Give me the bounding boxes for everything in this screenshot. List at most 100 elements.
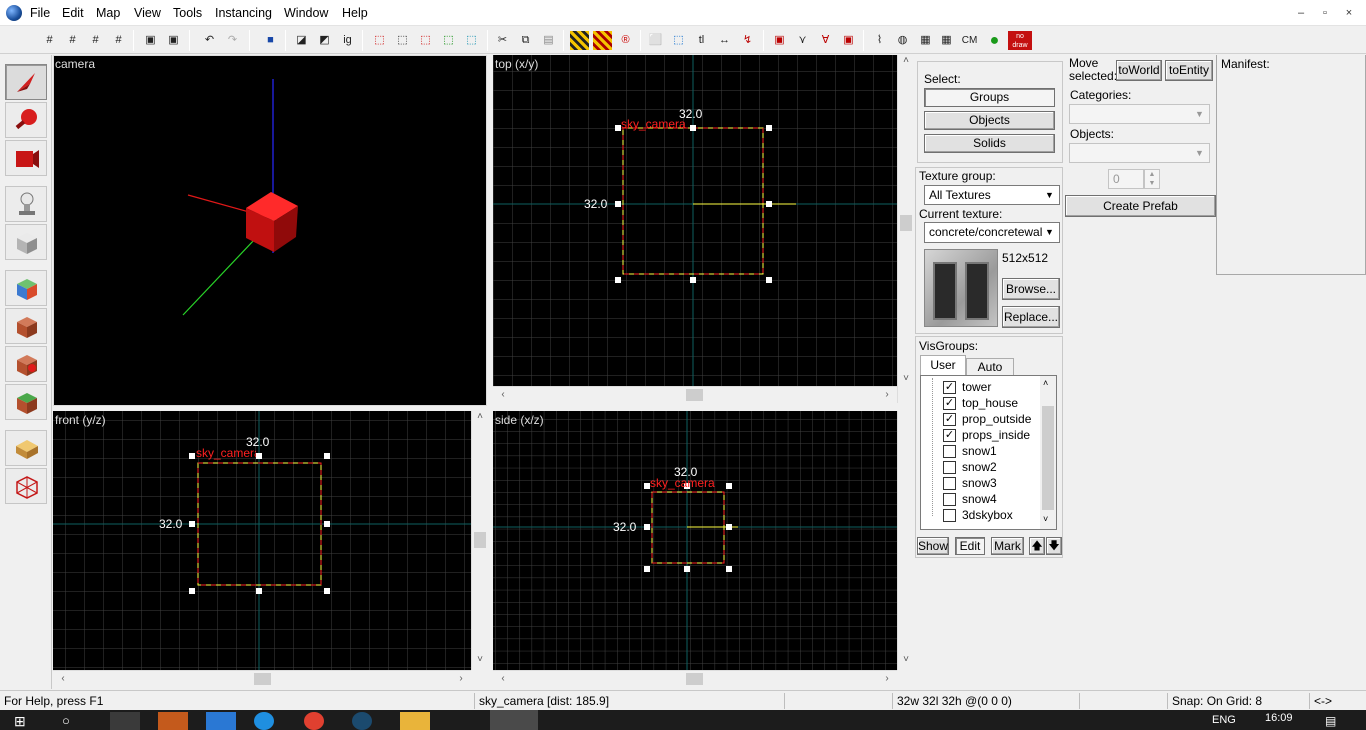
selection-box-icon[interactable]: ⬜ bbox=[646, 31, 665, 50]
apply-decal-button[interactable] bbox=[5, 346, 47, 382]
leaf-icon[interactable]: ● bbox=[985, 31, 1004, 50]
nodraw-icon[interactable]: no draw bbox=[1008, 31, 1032, 50]
magnify-tool-button[interactable] bbox=[5, 102, 47, 138]
side-viewport[interactable]: side (x/z) 32.0 sky_camera 32.0 bbox=[493, 411, 897, 670]
undo-icon[interactable]: ↶ bbox=[200, 31, 219, 50]
chrome-icon[interactable] bbox=[304, 712, 324, 730]
scroll-thumb[interactable] bbox=[474, 532, 486, 548]
to-entity-button[interactable]: toEntity bbox=[1165, 60, 1213, 81]
menu-tools[interactable]: Tools bbox=[173, 6, 202, 20]
3d-grid-icon[interactable]: # bbox=[63, 31, 82, 50]
media-icon[interactable] bbox=[158, 712, 188, 730]
visgroup-checkbox[interactable]: ✓ bbox=[943, 412, 956, 426]
scroll-down-icon[interactable]: ˅ bbox=[898, 654, 914, 665]
front-viewport[interactable]: front (y/z) 32.0 sky_camera 32.0 bbox=[53, 411, 471, 670]
categories-dropdown[interactable]: ▼ bbox=[1069, 104, 1210, 124]
menu-file[interactable]: File bbox=[30, 6, 50, 20]
grid-toggle-icon[interactable]: # bbox=[40, 31, 59, 50]
menu-view[interactable]: View bbox=[134, 6, 161, 20]
scroll-right-icon[interactable]: › bbox=[453, 673, 469, 684]
top-view-vscrollbar[interactable]: ˄ ˅ bbox=[897, 55, 914, 403]
close-button[interactable]: × bbox=[1338, 3, 1360, 23]
texture-group-dropdown[interactable]: All Textures ▼ bbox=[924, 185, 1060, 205]
scroll-thumb[interactable] bbox=[254, 673, 271, 685]
menu-edit[interactable]: Edit bbox=[62, 6, 84, 20]
smaller-grid-icon[interactable]: # bbox=[86, 31, 105, 50]
visgroup-item[interactable]: snow3 bbox=[943, 475, 997, 491]
visgroup-checkbox[interactable]: ✓ bbox=[943, 380, 956, 394]
hide-unselected-icon[interactable]: ◩ bbox=[315, 31, 334, 50]
copy-icon[interactable]: ⧉ bbox=[516, 31, 535, 50]
run-map-icon[interactable]: ▣ bbox=[770, 31, 789, 50]
top-viewport[interactable]: top (x/y) 32.0 sky_camera 32.0 bbox=[493, 55, 897, 386]
prefab-count-field[interactable]: 0 bbox=[1108, 169, 1144, 189]
visgroup-checkbox[interactable]: ✓ bbox=[943, 428, 956, 442]
select-icon-4[interactable]: ⬚ bbox=[439, 31, 458, 50]
scroll-thumb[interactable] bbox=[686, 389, 703, 401]
visgroups-scrollbar[interactable]: ˄ ˅ bbox=[1040, 376, 1056, 529]
scroll-up-icon[interactable]: ˄ bbox=[898, 55, 914, 66]
radius-culling-icon[interactable]: ® bbox=[616, 31, 635, 50]
texture-application-button[interactable] bbox=[5, 270, 47, 306]
visgroup-item[interactable]: 3dskybox bbox=[943, 507, 1013, 523]
texture-preview[interactable] bbox=[924, 249, 998, 327]
side-view-hscrollbar[interactable]: ‹ › bbox=[493, 670, 897, 687]
toolbar-tl-icon[interactable]: tl bbox=[692, 31, 711, 50]
current-texture-dropdown[interactable]: concrete/concretewall0 ▼ bbox=[924, 222, 1060, 243]
carve-icon[interactable]: ■ bbox=[261, 31, 280, 50]
texture-lock-scale-icon[interactable] bbox=[593, 31, 612, 50]
side-view-vscrollbar[interactable]: ˅ bbox=[897, 411, 914, 670]
scroll-down-icon[interactable]: ˅ bbox=[472, 654, 488, 665]
entity-report-icon[interactable]: ⋎ bbox=[793, 31, 812, 50]
camera-tool-button[interactable] bbox=[5, 140, 47, 176]
larger-grid-icon[interactable]: # bbox=[109, 31, 128, 50]
browse-button[interactable]: Browse... bbox=[1002, 278, 1060, 300]
clipping-tool-button[interactable] bbox=[5, 430, 47, 466]
groups-button[interactable]: Groups bbox=[924, 88, 1055, 107]
ignore-groups-icon[interactable]: ig bbox=[338, 31, 357, 50]
visgroup-checkbox[interactable] bbox=[943, 476, 956, 490]
hammer-app-icon[interactable] bbox=[6, 5, 22, 21]
objects-dropdown[interactable]: ▼ bbox=[1069, 143, 1210, 163]
visgroup-item[interactable]: snow2 bbox=[943, 459, 997, 475]
scroll-right-icon[interactable]: › bbox=[879, 673, 895, 684]
replace-button[interactable]: Replace... bbox=[1002, 306, 1060, 328]
clock[interactable]: 16:09 bbox=[1265, 712, 1293, 724]
visgroup-checkbox[interactable] bbox=[943, 460, 956, 474]
wireframe-icon[interactable]: ▦ bbox=[937, 31, 956, 50]
tab-user[interactable]: User bbox=[920, 355, 966, 375]
restore-button[interactable]: ▫ bbox=[1314, 3, 1336, 23]
language-indicator[interactable]: ENG bbox=[1212, 714, 1236, 726]
visgroup-checkbox[interactable] bbox=[943, 444, 956, 458]
prefab-count-spinner[interactable]: ▲ ▼ bbox=[1144, 169, 1160, 189]
scroll-thumb[interactable] bbox=[900, 215, 912, 231]
create-prefab-button[interactable]: Create Prefab bbox=[1065, 195, 1216, 217]
scroll-up-icon[interactable]: ˄ bbox=[1043, 378, 1048, 388]
toggle-helpers-icon[interactable]: ⌇ bbox=[870, 31, 889, 50]
hide-selected-icon[interactable]: ◪ bbox=[292, 31, 311, 50]
select-icon-2[interactable]: ⬚ bbox=[393, 31, 412, 50]
paste-icon[interactable]: ▤ bbox=[539, 31, 558, 50]
move-down-icon[interactable]: 🡇 bbox=[1046, 537, 1062, 555]
visgroup-item[interactable]: snow4 bbox=[943, 491, 997, 507]
menu-instancing[interactable]: Instancing bbox=[215, 6, 272, 20]
visgroup-item[interactable]: ✓ props_inside bbox=[943, 427, 1030, 443]
selection-tool-button[interactable] bbox=[5, 64, 47, 100]
visgroup-item[interactable]: snow1 bbox=[943, 443, 997, 459]
scroll-left-icon[interactable]: ‹ bbox=[495, 389, 511, 400]
map-properties-icon[interactable]: ▣ bbox=[839, 31, 858, 50]
store-icon[interactable] bbox=[110, 712, 140, 730]
cordon-icon[interactable]: ↯ bbox=[738, 31, 757, 50]
solids-button[interactable]: Solids bbox=[924, 134, 1055, 153]
texture-application-icon[interactable]: ▦ bbox=[916, 31, 935, 50]
apply-texture-button[interactable] bbox=[5, 308, 47, 344]
vertex-tool-button[interactable] bbox=[5, 468, 47, 504]
cubemap-icon[interactable]: CM bbox=[960, 31, 979, 50]
texture-lock-icon[interactable] bbox=[570, 31, 589, 50]
menu-help[interactable]: Help bbox=[342, 6, 368, 20]
visgroup-item[interactable]: ✓ prop_outside bbox=[943, 411, 1031, 427]
file-explorer-icon[interactable] bbox=[400, 712, 430, 730]
scroll-up-icon[interactable]: ˄ bbox=[472, 411, 488, 422]
visgroup-checkbox[interactable] bbox=[943, 508, 956, 522]
ungroup-icon[interactable]: ▣ bbox=[164, 31, 183, 50]
